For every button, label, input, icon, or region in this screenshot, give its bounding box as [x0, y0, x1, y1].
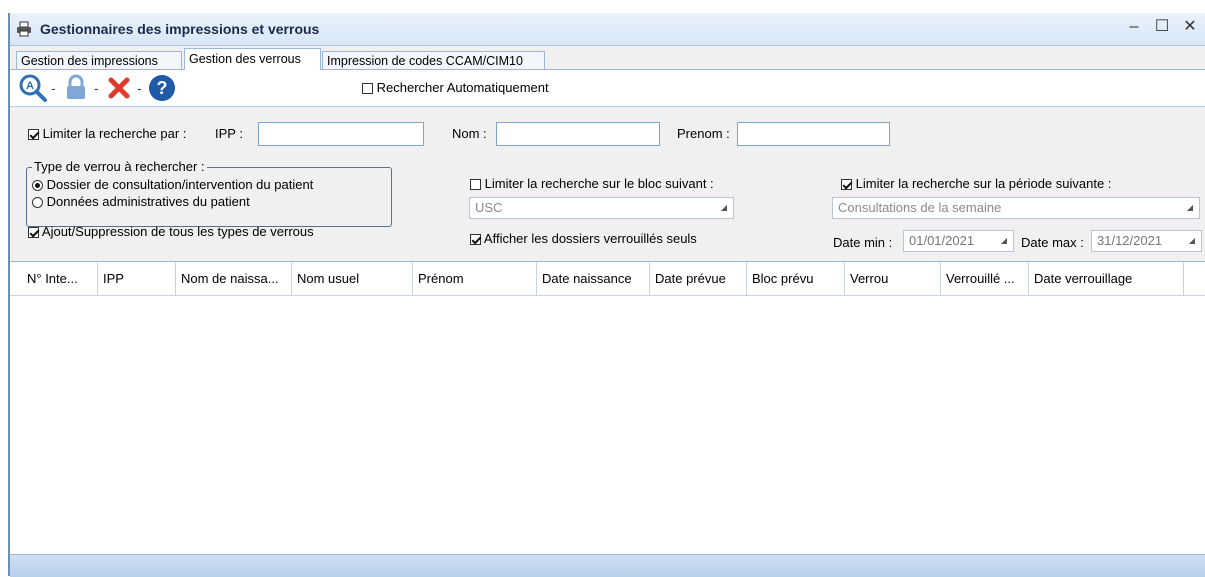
all-types-checkbox[interactable]: [28, 227, 39, 238]
help-icon[interactable]: ?: [147, 73, 177, 103]
bloc-limit-checkbox[interactable]: [470, 179, 481, 190]
radio-dossier-label: Dossier de consultation/intervention du …: [46, 177, 314, 192]
nom-label: Nom :: [452, 126, 487, 141]
periode-limit-label: Limiter la recherche sur la période suiv…: [855, 176, 1112, 191]
auto-search-checkbox[interactable]: [362, 83, 373, 94]
svg-text:A: A: [26, 80, 34, 92]
ipp-label: IPP :: [215, 126, 243, 141]
prenom-input[interactable]: [737, 122, 890, 146]
tab-bar: Gestion des impressions Gestion des verr…: [10, 47, 1205, 70]
date-min-label: Date min :: [833, 235, 893, 250]
radio-dossier[interactable]: [32, 180, 43, 191]
minimize-button[interactable]: –: [1120, 15, 1148, 41]
bloc-limit-label: Limiter la recherche sur le bloc suivant…: [484, 176, 714, 191]
lock-type-option-dossier[interactable]: Dossier de consultation/intervention du …: [32, 177, 313, 192]
auto-search-option[interactable]: Rechercher Automatiquement: [362, 80, 549, 95]
date-min-value: 01/01/2021: [909, 233, 975, 248]
limit-search-checkbox[interactable]: [28, 129, 39, 140]
prenom-label: Prenom :: [677, 126, 730, 141]
column-header-nom-usuel[interactable]: Nom usuel: [292, 262, 413, 295]
tab-gestion-impressions[interactable]: Gestion des impressions: [16, 51, 182, 69]
tab-impression-codes[interactable]: Impression de codes CCAM/CIM10: [322, 51, 545, 69]
locked-only-label: Afficher les dossiers verrouillés seuls: [483, 231, 697, 246]
ipp-input[interactable]: [258, 122, 424, 146]
tab-gestion-verrous[interactable]: Gestion des verrous: [184, 48, 321, 70]
date-max-label: Date max :: [1021, 235, 1084, 250]
dropdown-arrow-icon: ◢: [1188, 236, 1195, 245]
periode-limit-checkbox[interactable]: [841, 179, 852, 190]
column-header-prenom[interactable]: Prénom: [413, 262, 537, 295]
column-header-date-verrouillage[interactable]: Date verrouillage: [1029, 262, 1184, 295]
bloc-select[interactable]: USC ◢: [469, 197, 734, 219]
date-min-select[interactable]: 01/01/2021 ◢: [903, 230, 1014, 252]
bloc-limit-option[interactable]: Limiter la recherche sur le bloc suivant…: [470, 176, 714, 191]
toolbar-separator: -: [94, 80, 99, 96]
locked-only-checkbox[interactable]: [470, 234, 481, 245]
dropdown-arrow-icon: ◢: [1186, 203, 1193, 212]
toolbar-separator: -: [137, 80, 142, 96]
column-header-ipp[interactable]: IPP: [98, 262, 176, 295]
grid-header: N° Inte... IPP Nom de naissa... Nom usue…: [10, 262, 1205, 296]
title-bar[interactable]: Gestionnaires des impressions et verrous…: [10, 13, 1205, 46]
results-grid[interactable]: N° Inte... IPP Nom de naissa... Nom usue…: [10, 261, 1205, 555]
column-header-date-prevue[interactable]: Date prévue: [650, 262, 747, 295]
radio-admin-label: Données administratives du patient: [46, 194, 250, 209]
column-header-verrouille-par[interactable]: Verrouillé ...: [941, 262, 1029, 295]
column-header-bloc-prevu[interactable]: Bloc prévu: [747, 262, 845, 295]
toolbar-separator: -: [51, 80, 56, 96]
close-button[interactable]: ✕: [1176, 15, 1204, 41]
printer-icon: [17, 21, 31, 37]
main-window: Gestionnaires des impressions et verrous…: [8, 13, 1205, 577]
auto-search-label: Rechercher Automatiquement: [376, 80, 549, 95]
date-max-select[interactable]: 31/12/2021 ◢: [1091, 230, 1202, 252]
lock-type-option-admin[interactable]: Données administratives du patient: [32, 194, 250, 209]
all-types-option[interactable]: Ajout/Suppression de tous les types de v…: [28, 224, 314, 239]
periode-limit-option[interactable]: Limiter la recherche sur la période suiv…: [841, 176, 1111, 191]
svg-text:?: ?: [157, 78, 168, 98]
date-max-value: 31/12/2021: [1097, 233, 1163, 248]
bloc-select-value: USC: [475, 200, 503, 215]
delete-icon[interactable]: [104, 73, 134, 103]
window-title: Gestionnaires des impressions et verrous: [40, 21, 320, 37]
toolbar: A - - - ? Rechercher Automatiquement: [10, 70, 1205, 107]
all-types-label: Ajout/Suppression de tous les types de v…: [41, 224, 314, 239]
column-header-date-naissance[interactable]: Date naissance: [537, 262, 650, 295]
dropdown-arrow-icon: ◢: [1000, 236, 1007, 245]
lock-type-legend: Type de verrou à rechercher :: [32, 159, 207, 174]
column-header-num-intervention[interactable]: N° Inte...: [22, 262, 98, 295]
background-strip: [0, 0, 1205, 13]
limit-search-option[interactable]: Limiter la recherche par :: [28, 126, 186, 141]
column-header-nom-naissance[interactable]: Nom de naissa...: [176, 262, 292, 295]
status-bar: [10, 554, 1205, 577]
column-header-verrou[interactable]: Verrou: [845, 262, 941, 295]
dropdown-arrow-icon: ◢: [720, 203, 727, 212]
radio-admin[interactable]: [32, 197, 43, 208]
lock-icon[interactable]: [61, 73, 91, 103]
search-icon[interactable]: A: [18, 73, 48, 103]
periode-select[interactable]: Consultations de la semaine ◢: [832, 197, 1200, 219]
nom-input[interactable]: [496, 122, 660, 146]
periode-select-value: Consultations de la semaine: [838, 200, 1002, 215]
locked-only-option[interactable]: Afficher les dossiers verrouillés seuls: [470, 231, 697, 246]
limit-search-label: Limiter la recherche par :: [42, 126, 187, 141]
maximize-button[interactable]: ☐: [1148, 15, 1176, 41]
